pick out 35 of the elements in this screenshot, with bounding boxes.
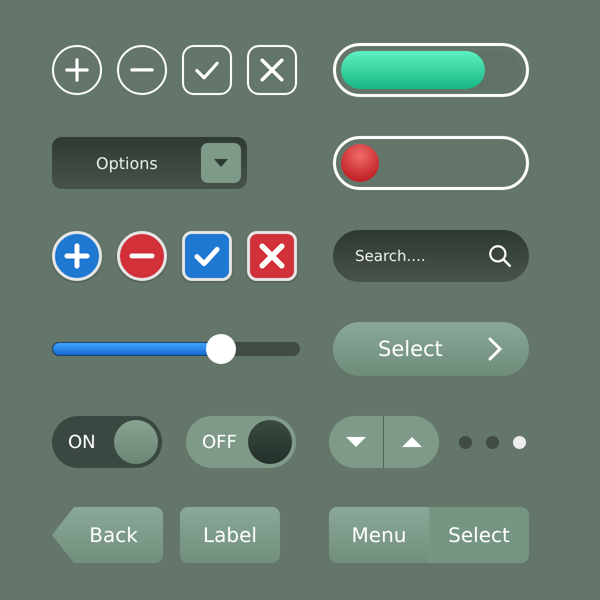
slider-thumb[interactable]: [206, 334, 236, 364]
minus-icon: [129, 253, 155, 259]
slider-thumb[interactable]: [341, 144, 379, 182]
close-icon: [259, 243, 285, 269]
toggle-switch[interactable]: OFF: [186, 416, 296, 468]
chevron-icon: [487, 336, 503, 362]
add-button[interactable]: [52, 231, 102, 281]
check-icon: [194, 245, 220, 267]
back-button[interactable]: Back: [52, 507, 163, 563]
minus-icon: [129, 67, 155, 73]
page-dot[interactable]: [459, 436, 472, 448]
up-triangle-icon: [400, 436, 422, 448]
search-field[interactable]: Search....: [355, 247, 479, 265]
up-button[interactable]: [384, 416, 439, 468]
options-dropdown[interactable]: Options: [52, 137, 247, 189]
segment-button[interactable]: Menu: [329, 507, 429, 563]
confirm-button[interactable]: [182, 231, 232, 281]
dropdown-button[interactable]: [201, 143, 241, 183]
label-button[interactable]: Label: [180, 507, 280, 563]
select-button[interactable]: Select: [333, 322, 529, 376]
page-dot[interactable]: [486, 436, 499, 448]
caret-icon: [213, 158, 229, 168]
down-button[interactable]: [329, 416, 384, 468]
plus-icon: [64, 243, 90, 269]
down-triangle-icon: [345, 436, 367, 448]
page-dot[interactable]: [513, 436, 526, 448]
check-icon: [194, 59, 220, 81]
close-icon: [259, 57, 285, 83]
toggle-switch[interactable]: ON: [52, 416, 162, 468]
segment-button[interactable]: Select: [429, 507, 529, 563]
plus-icon: [64, 57, 90, 83]
close-button[interactable]: [247, 231, 297, 281]
remove-button[interactable]: [117, 231, 167, 281]
search-icon[interactable]: [487, 243, 513, 269]
slider-track[interactable]: [333, 136, 529, 190]
